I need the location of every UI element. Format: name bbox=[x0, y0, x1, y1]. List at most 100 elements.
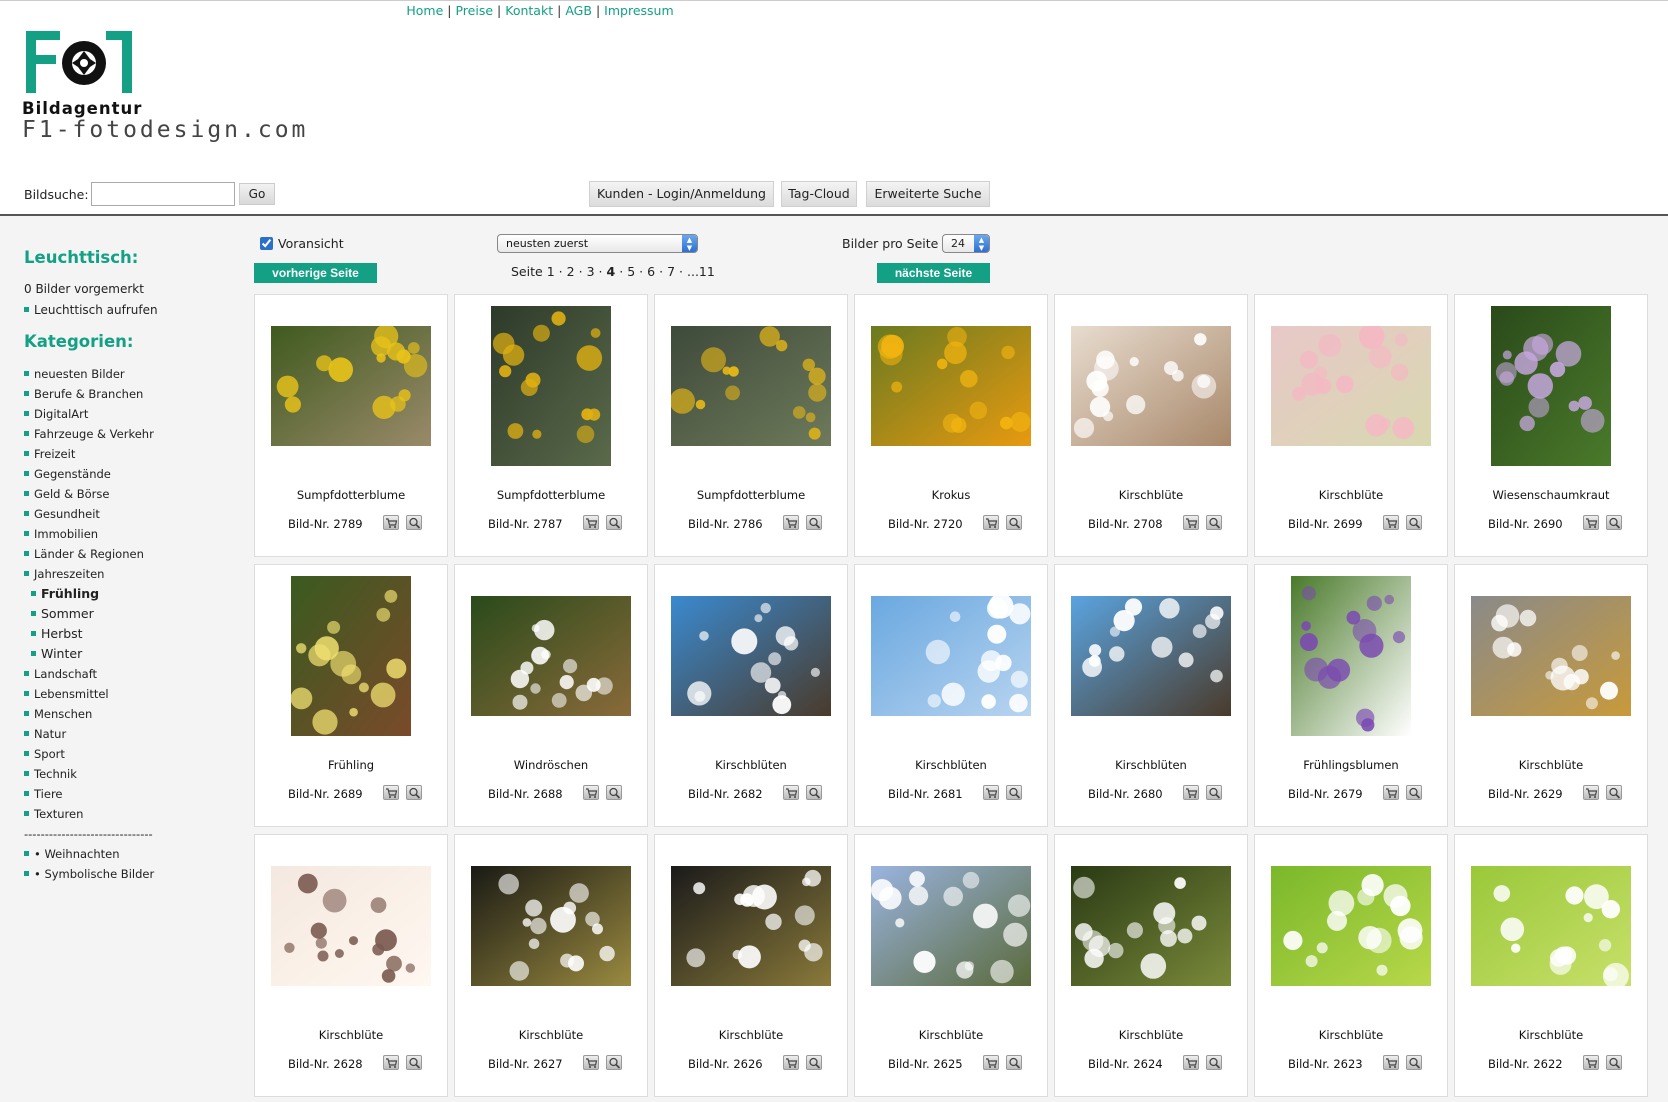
page-link[interactable]: 7 bbox=[667, 264, 675, 279]
tag-cloud-button[interactable]: Tag-Cloud bbox=[781, 181, 857, 207]
image-thumbnail[interactable] bbox=[1071, 866, 1231, 986]
page-link[interactable]: 3 bbox=[587, 264, 595, 279]
magnifier-icon[interactable] bbox=[606, 1055, 622, 1070]
magnifier-icon[interactable] bbox=[1406, 1055, 1422, 1070]
category-item[interactable]: Frühling bbox=[24, 584, 154, 604]
magnifier-icon[interactable] bbox=[806, 515, 822, 530]
category-item[interactable]: Lebensmittel bbox=[24, 684, 154, 704]
image-card[interactable]: Kirschblüte Bild-Nr. 2629 bbox=[1454, 564, 1648, 827]
category-item[interactable]: Geld & Börse bbox=[24, 484, 154, 504]
nav-link-preise[interactable]: Preise bbox=[455, 3, 493, 18]
nav-link-home[interactable]: Home bbox=[406, 3, 443, 18]
cart-icon[interactable] bbox=[383, 1055, 399, 1070]
image-thumbnail[interactable] bbox=[671, 866, 831, 986]
category-item[interactable]: Länder & Regionen bbox=[24, 544, 154, 564]
image-card[interactable]: Kirschblüten Bild-Nr. 2682 bbox=[654, 564, 848, 827]
category-item[interactable]: Landschaft bbox=[24, 664, 154, 684]
image-card[interactable]: Kirschblüten Bild-Nr. 2680 bbox=[1054, 564, 1248, 827]
cart-icon[interactable] bbox=[583, 785, 599, 800]
category-item[interactable]: Herbst bbox=[24, 624, 154, 644]
image-card[interactable]: Sumpfdotterblume Bild-Nr. 2789 bbox=[254, 294, 448, 557]
image-card[interactable]: Kirschblüte Bild-Nr. 2628 bbox=[254, 834, 448, 1097]
cart-icon[interactable] bbox=[1583, 785, 1599, 800]
image-thumbnail[interactable] bbox=[1471, 596, 1631, 716]
login-button[interactable]: Kunden - Login/Anmeldung bbox=[589, 181, 774, 207]
cart-icon[interactable] bbox=[1183, 785, 1199, 800]
cart-icon[interactable] bbox=[783, 515, 799, 530]
category-item[interactable]: Menschen bbox=[24, 704, 154, 724]
magnifier-icon[interactable] bbox=[1206, 1055, 1222, 1070]
page-link[interactable]: 6 bbox=[647, 264, 655, 279]
cart-icon[interactable] bbox=[1583, 1055, 1599, 1070]
category-item[interactable]: DigitalArt bbox=[24, 404, 154, 424]
magnifier-icon[interactable] bbox=[1406, 515, 1422, 530]
category-item[interactable]: neuesten Bilder bbox=[24, 364, 154, 384]
cart-icon[interactable] bbox=[1183, 515, 1199, 530]
per-page-select[interactable]: 24 ▲ ▼ bbox=[942, 234, 990, 253]
image-thumbnail[interactable] bbox=[271, 866, 431, 986]
magnifier-icon[interactable] bbox=[606, 785, 622, 800]
image-thumbnail[interactable] bbox=[1071, 326, 1231, 446]
magnifier-icon[interactable] bbox=[1606, 1055, 1622, 1070]
cart-icon[interactable] bbox=[383, 785, 399, 800]
magnifier-icon[interactable] bbox=[406, 1055, 422, 1070]
page-link[interactable]: 2 bbox=[567, 264, 575, 279]
cart-icon[interactable] bbox=[1383, 515, 1399, 530]
image-card[interactable]: Kirschblüte Bild-Nr. 2627 bbox=[454, 834, 648, 1097]
sort-select[interactable]: neusten zuerst ▲ ▼ bbox=[497, 234, 698, 253]
cart-icon[interactable] bbox=[983, 515, 999, 530]
image-card[interactable]: Kirschblüte Bild-Nr. 2625 bbox=[854, 834, 1048, 1097]
search-go-button[interactable]: Go bbox=[239, 183, 275, 205]
magnifier-icon[interactable] bbox=[1606, 515, 1622, 530]
category-item[interactable]: Jahreszeiten bbox=[24, 564, 154, 584]
category-item[interactable]: Sport bbox=[24, 744, 154, 764]
cart-icon[interactable] bbox=[1383, 1055, 1399, 1070]
cart-icon[interactable] bbox=[783, 1055, 799, 1070]
magnifier-icon[interactable] bbox=[1206, 785, 1222, 800]
logo[interactable]: Bildagentur F1-fotodesign.com bbox=[22, 23, 352, 153]
image-card[interactable]: Kirschblüte Bild-Nr. 2623 bbox=[1254, 834, 1448, 1097]
image-card[interactable]: Wiesenschaumkraut Bild-Nr. 2690 bbox=[1454, 294, 1648, 557]
category-item[interactable]: Natur bbox=[24, 724, 154, 744]
image-card[interactable]: Kirschblüte Bild-Nr. 2624 bbox=[1054, 834, 1248, 1097]
next-page-button[interactable]: nächste Seite bbox=[877, 263, 990, 283]
image-card[interactable]: Kirschblüte Bild-Nr. 2622 bbox=[1454, 834, 1648, 1097]
magnifier-icon[interactable] bbox=[1206, 515, 1222, 530]
image-thumbnail[interactable] bbox=[871, 596, 1031, 716]
image-thumbnail[interactable] bbox=[871, 326, 1031, 446]
image-thumbnail[interactable] bbox=[471, 866, 631, 986]
search-input[interactable] bbox=[91, 182, 235, 206]
image-card[interactable]: Krokus Bild-Nr. 2720 bbox=[854, 294, 1048, 557]
cart-icon[interactable] bbox=[583, 515, 599, 530]
nav-link-impressum[interactable]: Impressum bbox=[604, 3, 673, 18]
image-thumbnail[interactable] bbox=[671, 326, 831, 446]
previous-page-button[interactable]: vorherige Seite bbox=[254, 263, 377, 283]
image-card[interactable]: Windröschen Bild-Nr. 2688 bbox=[454, 564, 648, 827]
category-item[interactable]: Texturen bbox=[24, 804, 154, 824]
image-card[interactable]: Sumpfdotterblume Bild-Nr. 2786 bbox=[654, 294, 848, 557]
category-item[interactable]: • Symbolische Bilder bbox=[24, 864, 154, 884]
image-card[interactable]: Kirschblüte Bild-Nr. 2708 bbox=[1054, 294, 1248, 557]
magnifier-icon[interactable] bbox=[1006, 785, 1022, 800]
image-thumbnail[interactable] bbox=[1271, 866, 1431, 986]
image-thumbnail[interactable] bbox=[1491, 306, 1611, 466]
lighttable-open-link[interactable]: Leuchttisch aufrufen bbox=[24, 303, 158, 317]
cart-icon[interactable] bbox=[1383, 785, 1399, 800]
magnifier-icon[interactable] bbox=[806, 1055, 822, 1070]
advanced-search-button[interactable]: Erweiterte Suche bbox=[866, 181, 990, 207]
category-item[interactable]: Berufe & Branchen bbox=[24, 384, 154, 404]
cart-icon[interactable] bbox=[983, 785, 999, 800]
nav-link-agb[interactable]: AGB bbox=[565, 3, 592, 18]
image-card[interactable]: Frühlingsblumen Bild-Nr. 2679 bbox=[1254, 564, 1448, 827]
category-item[interactable]: Gesundheit bbox=[24, 504, 154, 524]
category-item[interactable]: Sommer bbox=[24, 604, 154, 624]
image-card[interactable]: Kirschblüten Bild-Nr. 2681 bbox=[854, 564, 1048, 827]
image-card[interactable]: Kirschblüte Bild-Nr. 2626 bbox=[654, 834, 848, 1097]
image-thumbnail[interactable] bbox=[1291, 576, 1411, 736]
cart-icon[interactable] bbox=[583, 1055, 599, 1070]
magnifier-icon[interactable] bbox=[806, 785, 822, 800]
category-item[interactable]: Technik bbox=[24, 764, 154, 784]
image-thumbnail[interactable] bbox=[271, 326, 431, 446]
magnifier-icon[interactable] bbox=[1006, 1055, 1022, 1070]
category-item[interactable]: Fahrzeuge & Verkehr bbox=[24, 424, 154, 444]
